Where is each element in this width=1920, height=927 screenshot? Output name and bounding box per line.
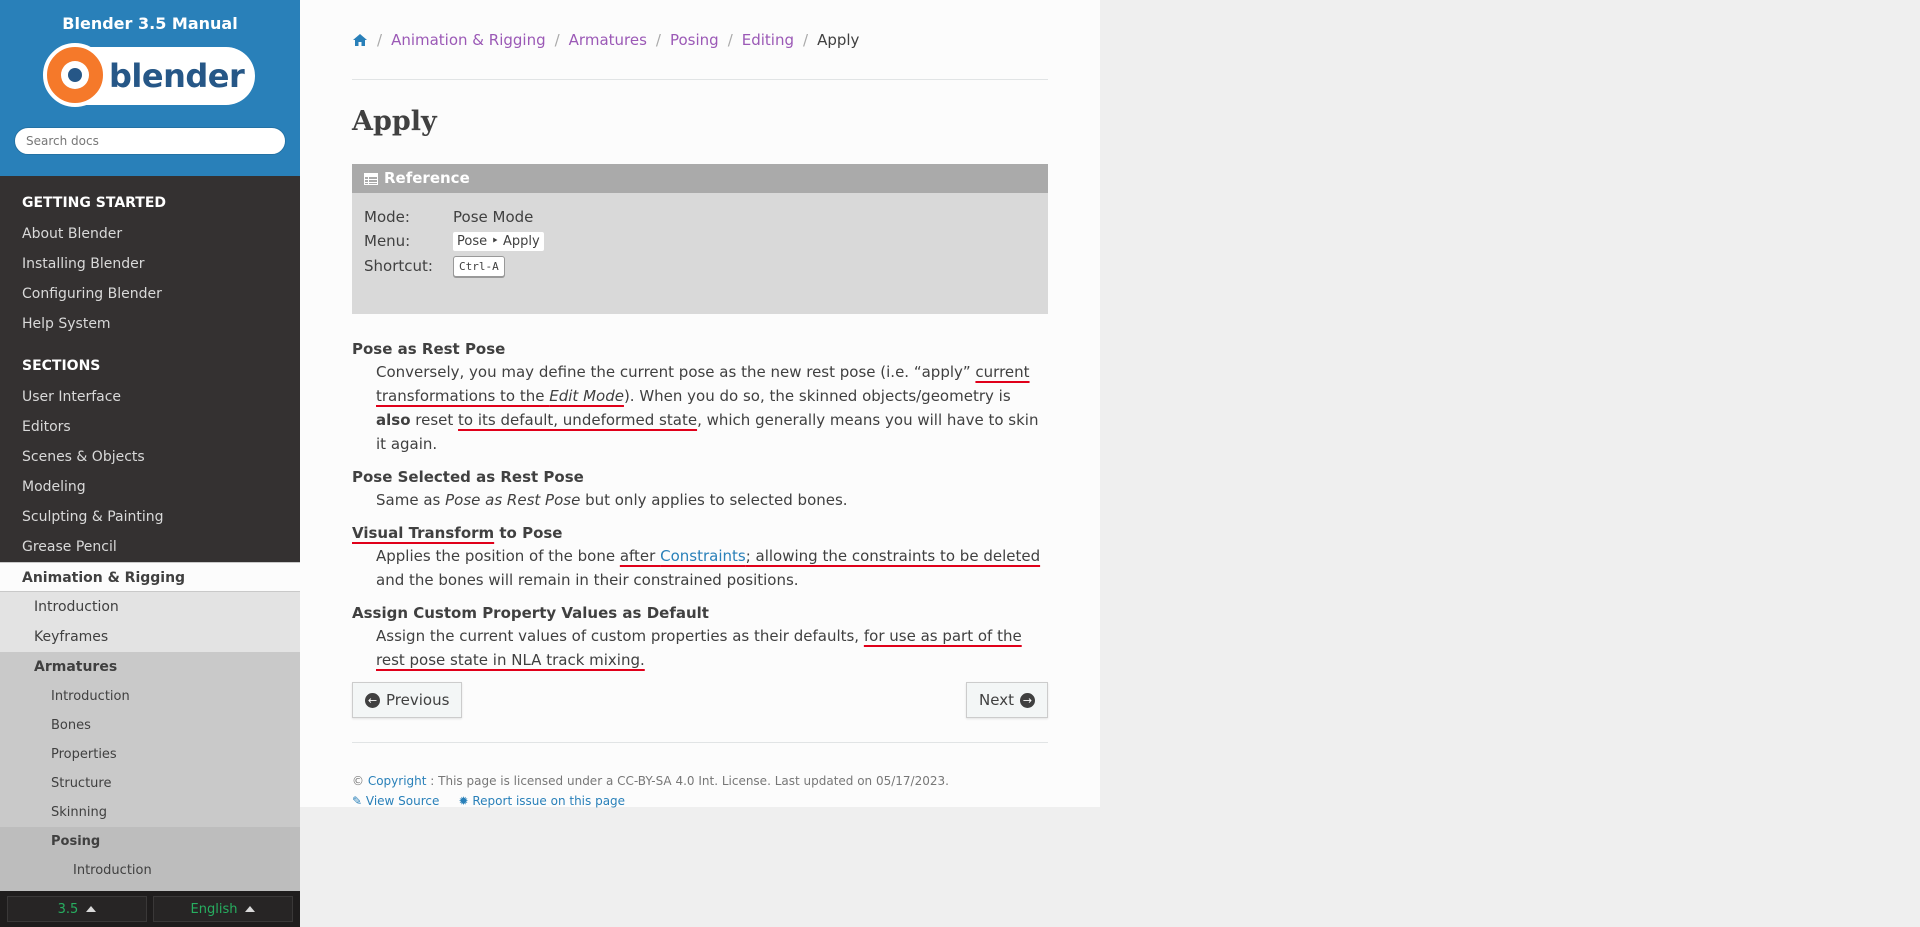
blender-logo-icon — [43, 43, 107, 107]
caret-up-icon — [245, 906, 256, 912]
nav-armatures[interactable]: Armatures — [0, 652, 300, 682]
version-selector[interactable]: 3.5 — [7, 896, 147, 922]
table-icon — [364, 172, 378, 185]
nav-armatures-introduction[interactable]: Introduction — [0, 682, 300, 711]
mode-value: Pose Mode — [453, 208, 534, 226]
arrow-left-icon: ← — [365, 692, 380, 708]
nav-scenes-objects[interactable]: Scenes & Objects — [0, 442, 300, 472]
constraints-link[interactable]: Constraints — [660, 547, 746, 565]
version-bar: 3.5 English — [0, 891, 300, 927]
nav-about-blender[interactable]: About Blender — [0, 219, 300, 249]
shortcut-key: Ctrl-A — [453, 255, 505, 277]
sidebar: Blender 3.5 Manual blender GETTING START… — [0, 0, 300, 927]
nav-structure[interactable]: Structure — [0, 769, 300, 798]
breadcrumb-animation-rigging[interactable]: Animation & Rigging — [391, 31, 546, 49]
breadcrumb: / Animation & Rigging / Armatures / Posi… — [352, 0, 1048, 80]
bug-icon: ✹ — [458, 794, 469, 808]
nav-bones[interactable]: Bones — [0, 711, 300, 740]
desc-pose-selected-as-rest-pose: Same as Pose as Rest Pose but only appli… — [376, 491, 848, 509]
nav-animation-rigging[interactable]: Animation & Rigging — [0, 562, 300, 592]
caption-getting-started: GETTING STARTED — [22, 195, 167, 211]
report-issue-link[interactable]: ✹ Report issue on this page — [458, 794, 625, 808]
nav-skinning[interactable]: Skinning — [0, 798, 300, 827]
reference-title: Reference — [352, 164, 1048, 193]
nav-sculpting-painting[interactable]: Sculpting & Painting — [0, 502, 300, 532]
next-button[interactable]: Next → — [966, 682, 1048, 718]
desc-visual-transform-to-pose: Applies the position of the bone after C… — [376, 547, 1041, 589]
footer-divider — [352, 742, 1048, 743]
breadcrumb-posing[interactable]: Posing — [670, 31, 719, 49]
copyright-link[interactable]: Copyright — [368, 774, 427, 788]
nav-introduction[interactable]: Introduction — [0, 592, 300, 622]
mode-label: Mode: — [364, 208, 410, 226]
breadcrumb-editing[interactable]: Editing — [742, 31, 794, 49]
term-pose-as-rest-pose: Pose as Rest Pose — [352, 340, 506, 358]
nav-posing-introduction[interactable]: Introduction — [0, 856, 300, 885]
term-visual-transform-to-pose: Visual Transform to Pose — [352, 524, 563, 542]
sidebar-header: Blender 3.5 Manual blender — [0, 0, 300, 176]
language-value: English — [190, 901, 238, 917]
manual-title-link[interactable]: Blender 3.5 Manual — [0, 14, 300, 33]
version-value: 3.5 — [57, 901, 79, 917]
nav-modeling[interactable]: Modeling — [0, 472, 300, 502]
nav-installing-blender[interactable]: Installing Blender — [0, 249, 300, 279]
edit-icon: ✎ — [352, 794, 363, 808]
menu-value: Pose ‣ Apply — [453, 231, 544, 251]
blender-logo[interactable]: blender — [43, 43, 255, 107]
caption-sections: SECTIONS — [22, 358, 101, 374]
nav-properties[interactable]: Properties — [0, 740, 300, 769]
nav-posing[interactable]: Posing — [0, 827, 300, 856]
nav-editors[interactable]: Editors — [0, 412, 300, 442]
view-source-link[interactable]: ✎ View Source — [352, 794, 439, 808]
pager: ← Previous Next → — [352, 682, 1048, 718]
menu-label: Menu: — [364, 232, 411, 250]
nav-keyframes[interactable]: Keyframes — [0, 622, 300, 652]
nav-grease-pencil[interactable]: Grease Pencil — [0, 532, 300, 562]
main-content: / Animation & Rigging / Armatures / Posi… — [300, 0, 1100, 808]
page-title: Apply — [352, 106, 437, 137]
logo-text: blender — [109, 57, 245, 95]
term-pose-selected-as-rest-pose: Pose Selected as Rest Pose — [352, 468, 584, 486]
nav-configuring-blender[interactable]: Configuring Blender — [0, 279, 300, 309]
term-assign-custom-property: Assign Custom Property Values as Default — [352, 604, 709, 622]
sidebar-nav: GETTING STARTED About Blender Installing… — [0, 176, 300, 893]
breadcrumb-current: Apply — [817, 30, 860, 49]
reference-box: Reference Mode: Pose Mode Menu: Pose ‣ App… — [352, 164, 1048, 314]
caret-up-icon — [86, 906, 97, 912]
nav-help-system[interactable]: Help System — [0, 309, 300, 339]
license-text: : This page is licensed under a CC-BY-SA… — [426, 774, 949, 788]
desc-assign-custom-property: Assign the current values of custom prop… — [376, 627, 1022, 669]
arrow-right-icon: → — [1020, 692, 1035, 708]
nav-user-interface[interactable]: User Interface — [0, 382, 300, 412]
definition-list: Pose as Rest Pose Conversely, you may de… — [352, 338, 1048, 672]
search-input[interactable] — [14, 127, 286, 155]
language-selector[interactable]: English — [153, 896, 293, 922]
home-icon[interactable] — [352, 33, 368, 47]
shortcut-label: Shortcut: — [364, 257, 433, 275]
footer: © Copyright : This page is licensed unde… — [352, 774, 949, 808]
desc-pose-as-rest-pose: Conversely, you may define the current p… — [376, 363, 1039, 453]
previous-button[interactable]: ← Previous — [352, 682, 463, 718]
breadcrumb-armatures[interactable]: Armatures — [569, 31, 647, 49]
